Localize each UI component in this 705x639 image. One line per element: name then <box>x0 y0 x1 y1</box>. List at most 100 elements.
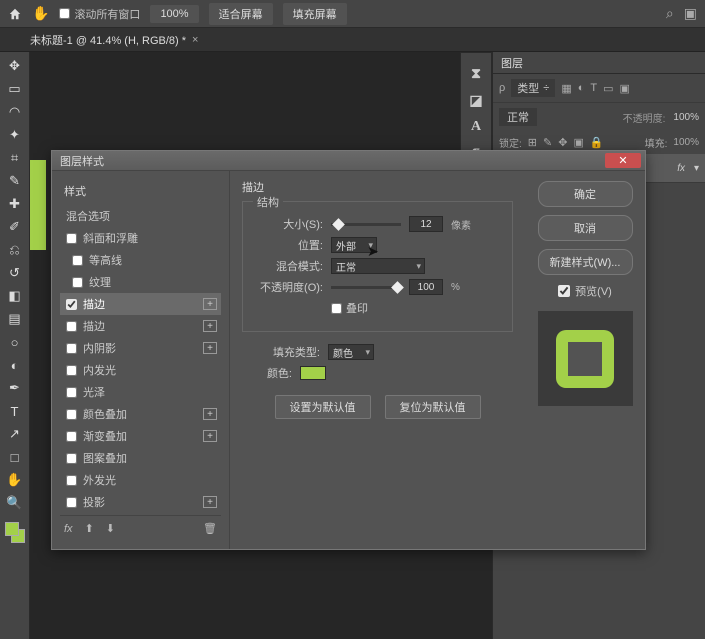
position-select[interactable]: 外部 <box>331 237 377 253</box>
char-panel-icon[interactable]: A <box>471 119 481 135</box>
stroke1-label: 描边 <box>83 296 105 312</box>
contour-item[interactable]: 等高线 <box>60 249 221 271</box>
add-drop-shadow-icon[interactable]: + <box>203 496 217 508</box>
fit-screen-button[interactable]: 适合屏幕 <box>209 3 273 25</box>
lock-trans-icon[interactable]: ⊞ <box>528 136 537 149</box>
bevel-label: 斜面和浮雕 <box>83 230 138 246</box>
preview-checkbox[interactable]: 预览(V) <box>558 283 612 299</box>
move-down-icon[interactable]: ⬇ <box>106 522 115 535</box>
text-tool-icon[interactable]: T <box>7 403 23 419</box>
styles-list-footer: fx ⬆ ⬇ 🗑 <box>60 515 221 541</box>
color-panel-icon[interactable]: ◪ <box>469 92 482 109</box>
size-input[interactable] <box>409 216 443 232</box>
add-inner-shadow-icon[interactable]: + <box>203 342 217 354</box>
stroke-item-2[interactable]: 描边 + <box>60 315 221 337</box>
history-panel-icon[interactable]: ⧗ <box>471 65 481 82</box>
fx-menu-icon[interactable]: fx <box>64 523 73 535</box>
overprint-label: 叠印 <box>346 300 368 316</box>
hand-tool-icon-2[interactable]: ✋ <box>7 472 23 488</box>
crop-tool-icon[interactable]: ⌗ <box>7 150 23 166</box>
texture-item[interactable]: 纹理 <box>60 271 221 293</box>
filter-kind-select[interactable]: 类型÷ <box>511 79 555 97</box>
path-tool-icon[interactable]: ↗ <box>7 426 23 442</box>
stroke-color-swatch[interactable] <box>300 366 326 380</box>
lock-all-icon[interactable]: 🔒 <box>590 136 604 149</box>
color-overlay-item[interactable]: 颜色叠加 + <box>60 403 221 425</box>
gradient-tool-icon[interactable]: ▤ <box>7 311 23 327</box>
lock-pixels-icon[interactable]: ✎ <box>543 136 552 149</box>
dialog-close-button[interactable]: ✕ <box>605 153 641 168</box>
fill-value[interactable]: 100% <box>673 137 699 148</box>
color-swatches[interactable] <box>5 522 25 543</box>
marquee-tool-icon[interactable]: ▭ <box>7 81 23 97</box>
fx-chevron-icon[interactable]: ▾ <box>694 163 699 174</box>
heal-tool-icon[interactable]: ✚ <box>7 196 23 212</box>
new-style-button[interactable]: 新建样式(W)... <box>538 249 633 275</box>
shape-tool-icon[interactable]: □ <box>7 449 23 465</box>
layers-panel-tab[interactable]: 图层 <box>493 52 705 74</box>
outer-glow-item[interactable]: 外发光 <box>60 469 221 491</box>
stroke-item-1[interactable]: 描边 + <box>60 293 221 315</box>
fill-type-select[interactable]: 颜色 <box>328 344 374 360</box>
move-tool-icon[interactable]: ✥ <box>7 58 23 74</box>
opacity-value[interactable]: 100% <box>673 112 699 123</box>
pattern-overlay-item[interactable]: 图案叠加 <box>60 447 221 469</box>
zoom-level-button[interactable]: 100% <box>150 5 198 23</box>
overprint-checkbox[interactable]: 叠印 <box>331 300 368 316</box>
eraser-tool-icon[interactable]: ◧ <box>7 288 23 304</box>
workspace-icon[interactable]: ▣ <box>684 5 697 22</box>
add-color-overlay-icon[interactable]: + <box>203 408 217 420</box>
eyedropper-tool-icon[interactable]: ✎ <box>7 173 23 189</box>
home-icon[interactable] <box>8 7 22 21</box>
blend-options-item[interactable]: 混合选项 <box>60 205 221 227</box>
pen-tool-icon[interactable]: ✒ <box>7 380 23 396</box>
cancel-button[interactable]: 取消 <box>538 215 633 241</box>
wand-tool-icon[interactable]: ✦ <box>7 127 23 143</box>
foreground-color-swatch[interactable] <box>5 522 19 536</box>
gradient-overlay-item[interactable]: 渐变叠加 + <box>60 425 221 447</box>
hand-tool-icon[interactable]: ✋ <box>32 5 49 22</box>
scroll-all-windows-checkbox[interactable]: 滚动所有窗口 <box>59 6 140 22</box>
contour-label: 等高线 <box>89 252 122 268</box>
close-tab-icon[interactable]: × <box>192 34 198 46</box>
drop-shadow-item[interactable]: 投影 + <box>60 491 221 513</box>
blend-mode-select[interactable]: 正常 <box>499 108 537 126</box>
satin-item[interactable]: 光泽 <box>60 381 221 403</box>
filter-icon[interactable]: ρ <box>499 82 505 94</box>
brush-tool-icon[interactable]: ✐ <box>7 219 23 235</box>
bevel-item[interactable]: 斜面和浮雕 <box>60 227 221 249</box>
add-stroke-icon[interactable]: + <box>203 298 217 310</box>
filter-smart-icon[interactable]: ▣ <box>620 82 630 95</box>
add-gradient-overlay-icon[interactable]: + <box>203 430 217 442</box>
filter-adjust-icon[interactable]: ◐ <box>578 82 585 94</box>
search-icon[interactable]: ⌕ <box>666 5 674 22</box>
move-up-icon[interactable]: ⬆ <box>85 522 94 535</box>
stamp-tool-icon[interactable]: ⎌ <box>7 242 23 258</box>
fill-screen-button[interactable]: 填充屏幕 <box>283 3 347 25</box>
lasso-tool-icon[interactable]: ◠ <box>7 104 23 120</box>
delete-style-icon[interactable]: 🗑 <box>203 522 217 535</box>
ok-button[interactable]: 确定 <box>538 181 633 207</box>
opacity-slider[interactable] <box>331 286 401 289</box>
reset-default-button[interactable]: 复位为默认值 <box>385 395 481 419</box>
size-slider[interactable] <box>331 223 401 226</box>
filter-text-icon[interactable]: T <box>590 82 597 94</box>
make-default-button[interactable]: 设置为默认值 <box>275 395 371 419</box>
inner-shadow-label: 内阴影 <box>83 340 116 356</box>
dialog-titlebar[interactable]: 图层样式 <box>52 151 645 171</box>
fx-indicator[interactable]: fx <box>677 163 685 174</box>
zoom-tool-icon[interactable]: 🔍 <box>7 495 23 511</box>
blur-tool-icon[interactable]: ○ <box>7 334 23 350</box>
document-tab[interactable]: 未标题-1 @ 41.4% (H, RGB/8) * × <box>30 32 198 48</box>
filter-shape-icon[interactable]: ▭ <box>603 82 613 95</box>
add-stroke-icon-2[interactable]: + <box>203 320 217 332</box>
opacity-input[interactable] <box>409 279 443 295</box>
filter-image-icon[interactable]: ▦ <box>561 82 571 95</box>
inner-shadow-item[interactable]: 内阴影 + <box>60 337 221 359</box>
lock-position-icon[interactable]: ✥ <box>558 136 567 149</box>
history-brush-tool-icon[interactable]: ↺ <box>7 265 23 281</box>
lock-artboard-icon[interactable]: ▣ <box>573 136 583 149</box>
inner-glow-item[interactable]: 内发光 <box>60 359 221 381</box>
dodge-tool-icon[interactable]: ◐ <box>7 357 23 373</box>
blend-mode-select[interactable]: 正常 <box>331 258 425 274</box>
